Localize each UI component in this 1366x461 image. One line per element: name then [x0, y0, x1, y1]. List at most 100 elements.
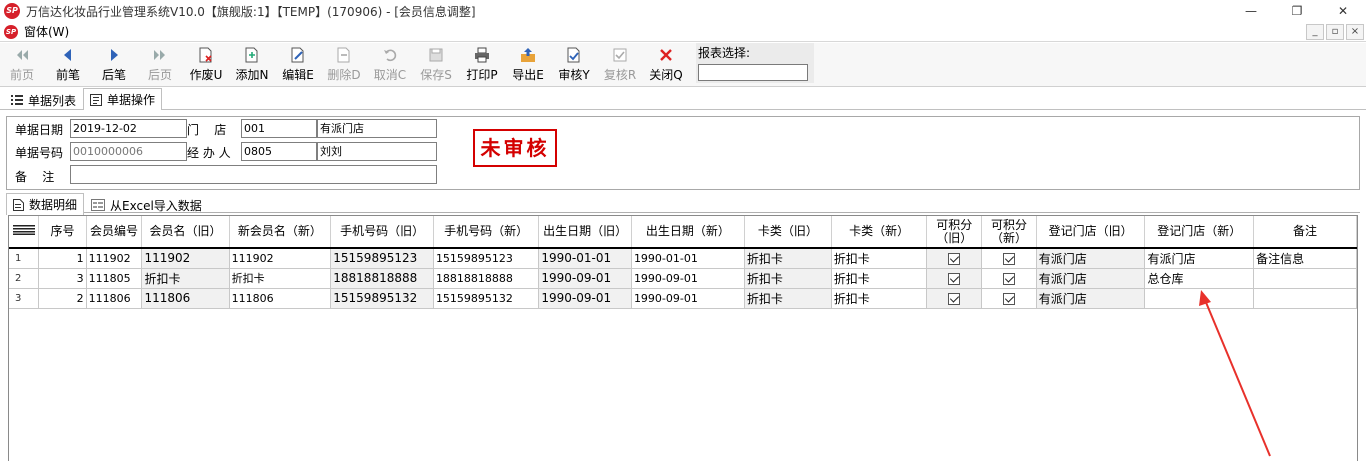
table-row[interactable]: 1 1 111902 111902 111902 15159895123 151598951… — [9, 247, 1357, 269]
handler-code-field[interactable]: 0805 — [241, 142, 317, 161]
mdi-close-icon[interactable]: × — [1346, 24, 1364, 40]
cell-name-new[interactable]: 111806 — [229, 288, 332, 309]
restore-icon[interactable]: ❐ — [1274, 0, 1320, 22]
cancel-button[interactable]: 取消C — [370, 43, 410, 85]
save-button[interactable]: 保存S — [416, 43, 456, 85]
checkbox-checked-icon[interactable] — [1002, 292, 1015, 305]
close-window-icon[interactable]: ✕ — [1320, 0, 1366, 22]
cell-name-old[interactable]: 111902 — [141, 247, 230, 269]
checkbox-checked-icon[interactable] — [948, 272, 961, 285]
column-header[interactable]: 登记门店（新） — [1144, 216, 1255, 249]
column-header[interactable]: 可积分（旧） — [926, 216, 983, 249]
next-page-button[interactable]: 后页 — [140, 43, 180, 85]
delete-button[interactable]: 删除D — [324, 43, 364, 85]
export-button[interactable]: 导出E — [508, 43, 548, 85]
close-button[interactable]: 关闭Q — [646, 43, 686, 85]
menu-window[interactable]: 窗体(W) — [24, 23, 69, 40]
cell-remark[interactable]: 备注信息 — [1253, 247, 1357, 269]
cell-card-new[interactable]: 折扣卡 — [831, 268, 928, 289]
cell-card-new[interactable]: 折扣卡 — [831, 247, 928, 269]
cell-card-old[interactable]: 折扣卡 — [744, 268, 832, 289]
column-header[interactable]: 备注 — [1253, 216, 1357, 249]
column-header[interactable]: 新会员名（新） — [229, 216, 332, 249]
cell-member-no[interactable]: 111806 — [86, 288, 143, 309]
cell-store-new[interactable]: 有派门店 — [1144, 247, 1255, 269]
row-number[interactable]: 1 — [9, 248, 40, 269]
void-button[interactable]: 作废U — [186, 43, 226, 85]
column-header[interactable]: 会员名（旧） — [141, 216, 230, 249]
cell-birth-new[interactable]: 1990-09-01 — [631, 268, 745, 289]
cell-remark[interactable] — [1253, 288, 1357, 309]
cell-seq[interactable]: 3 — [38, 268, 87, 289]
row-selector-header[interactable] — [9, 216, 40, 249]
edit-button[interactable]: 编辑E — [278, 43, 318, 85]
remark-field[interactable] — [70, 165, 437, 184]
row-number[interactable]: 3 — [9, 288, 40, 309]
cell-seq[interactable]: 1 — [38, 247, 87, 269]
checkbox-checked-icon[interactable] — [1002, 272, 1015, 285]
cell-store-new[interactable] — [1144, 288, 1255, 309]
cell-store-new[interactable]: 总仓库 — [1144, 268, 1255, 289]
cell-store-old[interactable]: 有派门店 — [1036, 288, 1146, 309]
cell-phone-old[interactable]: 15159895123 — [330, 247, 434, 269]
cell-name-old[interactable]: 折扣卡 — [141, 268, 230, 289]
column-header[interactable]: 出生日期（旧） — [538, 216, 632, 249]
cell-name-new[interactable]: 111902 — [229, 247, 332, 269]
column-header[interactable]: 可积分（新） — [981, 216, 1037, 249]
cell-store-old[interactable]: 有派门店 — [1036, 247, 1146, 269]
cell-member-no[interactable]: 111902 — [86, 247, 143, 269]
prev-record-button[interactable]: 前笔 — [48, 43, 88, 85]
table-row[interactable]: 3 2 111806 111806 111806 15159895132 151598951… — [9, 288, 1357, 309]
add-button[interactable]: 添加N — [232, 43, 272, 85]
cell-name-new[interactable]: 折扣卡 — [229, 268, 332, 289]
cell-points-new[interactable] — [981, 288, 1037, 309]
column-header[interactable]: 会员编号 — [86, 216, 143, 249]
cell-remark[interactable] — [1253, 268, 1357, 289]
column-header[interactable]: 卡类（旧） — [744, 216, 832, 249]
tab-data-detail[interactable]: 数据明细 — [6, 193, 85, 215]
doc-no-field[interactable]: 0010000006 — [70, 142, 187, 161]
print-button[interactable]: 打印P — [462, 43, 502, 85]
column-header[interactable]: 卡类（新） — [831, 216, 928, 249]
mdi-restore-icon[interactable]: ▫ — [1326, 24, 1344, 40]
checkbox-checked-icon[interactable] — [948, 252, 961, 265]
prev-page-button[interactable]: 前页 — [2, 43, 42, 85]
column-header[interactable]: 出生日期（新） — [631, 216, 745, 249]
review-button[interactable]: 复核R — [600, 43, 640, 85]
column-header[interactable]: 手机号码（旧） — [330, 216, 434, 249]
column-header[interactable]: 序号 — [38, 216, 87, 249]
mdi-minimize-icon[interactable]: _ — [1306, 24, 1324, 40]
tab-document-operation[interactable]: 单据操作 — [83, 88, 163, 110]
column-header[interactable]: 手机号码（新） — [433, 216, 540, 249]
cell-points-old[interactable] — [926, 247, 983, 269]
store-code-field[interactable]: 001 — [241, 119, 317, 138]
cell-phone-new[interactable]: 15159895123 — [433, 247, 540, 269]
approve-button[interactable]: 审核Y — [554, 43, 594, 85]
row-number[interactable]: 2 — [9, 268, 40, 289]
minimize-icon[interactable]: — — [1228, 0, 1274, 22]
cell-card-new[interactable]: 折扣卡 — [831, 288, 928, 309]
cell-birth-new[interactable]: 1990-01-01 — [631, 247, 745, 269]
cell-member-no[interactable]: 111805 — [86, 268, 143, 289]
cell-phone-new[interactable]: 18818818888 — [433, 268, 540, 289]
cell-points-old[interactable] — [926, 288, 983, 309]
cell-card-old[interactable]: 折扣卡 — [744, 288, 832, 309]
cell-phone-old[interactable]: 15159895132 — [330, 288, 434, 309]
cell-birth-new[interactable]: 1990-09-01 — [631, 288, 745, 309]
cell-card-old[interactable]: 折扣卡 — [744, 247, 832, 269]
cell-birth-old[interactable]: 1990-09-01 — [538, 288, 632, 309]
column-header[interactable]: 登记门店（旧） — [1036, 216, 1146, 249]
cell-birth-old[interactable]: 1990-09-01 — [538, 268, 632, 289]
cell-birth-old[interactable]: 1990-01-01 — [538, 247, 632, 269]
checkbox-checked-icon[interactable] — [1002, 252, 1015, 265]
cell-name-old[interactable]: 111806 — [141, 288, 230, 309]
report-select-input[interactable] — [698, 64, 808, 81]
tab-import-excel[interactable]: 从Excel导入数据 — [84, 194, 209, 215]
cell-store-old[interactable]: 有派门店 — [1036, 268, 1146, 289]
tab-document-list[interactable]: 单据列表 — [4, 89, 83, 110]
cell-phone-new[interactable]: 15159895132 — [433, 288, 540, 309]
cell-points-old[interactable] — [926, 268, 983, 289]
checkbox-checked-icon[interactable] — [948, 292, 961, 305]
next-record-button[interactable]: 后笔 — [94, 43, 134, 85]
cell-points-new[interactable] — [981, 247, 1037, 269]
